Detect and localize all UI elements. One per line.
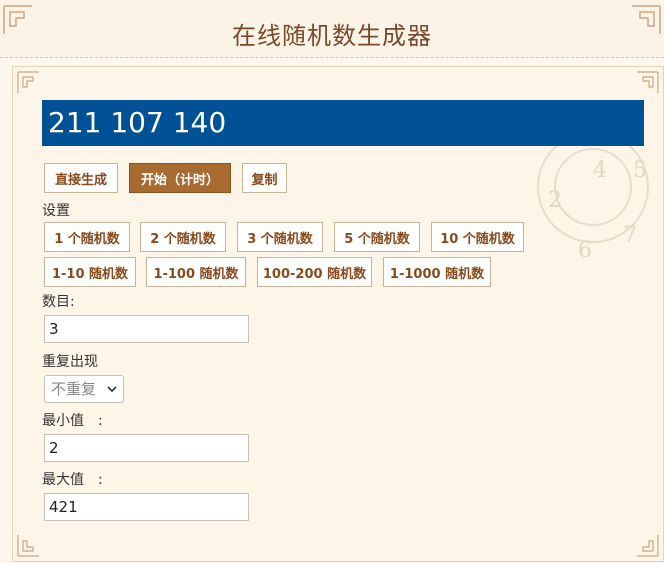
max-input[interactable]: 421 [44, 493, 249, 521]
preset-range-1-1000-button[interactable]: 1-1000 随机数 [383, 257, 491, 287]
preset-range-1-10-button[interactable]: 1-10 随机数 [44, 257, 136, 287]
repeat-select-value: 不重复 [51, 380, 97, 398]
corner-ornament-icon [637, 71, 659, 93]
min-input[interactable]: 2 [44, 434, 249, 462]
preset-range-1-100-button[interactable]: 1-100 随机数 [146, 257, 246, 287]
corner-ornament-icon [17, 535, 39, 557]
preset-range-100-200-button[interactable]: 100-200 随机数 [257, 257, 372, 287]
corner-ornament-icon [632, 5, 661, 34]
page-title: 在线随机数生成器 [232, 22, 432, 50]
chevron-down-icon [107, 386, 117, 393]
preset-count-5-button[interactable]: 5 个随机数 [334, 222, 420, 252]
corner-ornament-icon [17, 71, 39, 93]
repeat-select[interactable]: 不重复 [44, 375, 124, 403]
preset-count-1-button[interactable]: 1 个随机数 [44, 222, 130, 252]
svg-text:4: 4 [593, 158, 607, 183]
svg-text:5: 5 [633, 158, 647, 183]
preset-count-2-button[interactable]: 2 个随机数 [140, 222, 226, 252]
count-label: 数目: [42, 294, 75, 310]
result-display: 211 107 140 [42, 100, 644, 146]
min-label: 最小值 : [42, 413, 103, 429]
preset-count-3-button[interactable]: 3 个随机数 [237, 222, 323, 252]
generate-button[interactable]: 直接生成 [44, 163, 118, 193]
start-timer-button[interactable]: 开始（计时） [129, 163, 231, 193]
svg-text:2: 2 [548, 188, 562, 213]
page-header: 在线随机数生成器 [0, 0, 664, 58]
count-input[interactable]: 3 [44, 315, 249, 343]
preset-count-10-button[interactable]: 10 个随机数 [431, 222, 524, 252]
repeat-label: 重复出现 [42, 354, 98, 370]
copy-button[interactable]: 复制 [242, 163, 287, 193]
settings-label: 设置 [42, 203, 70, 219]
max-label: 最大值 : [42, 472, 103, 488]
svg-text:7: 7 [623, 223, 637, 248]
svg-text:6: 6 [578, 238, 592, 263]
corner-ornament-icon [637, 535, 659, 557]
